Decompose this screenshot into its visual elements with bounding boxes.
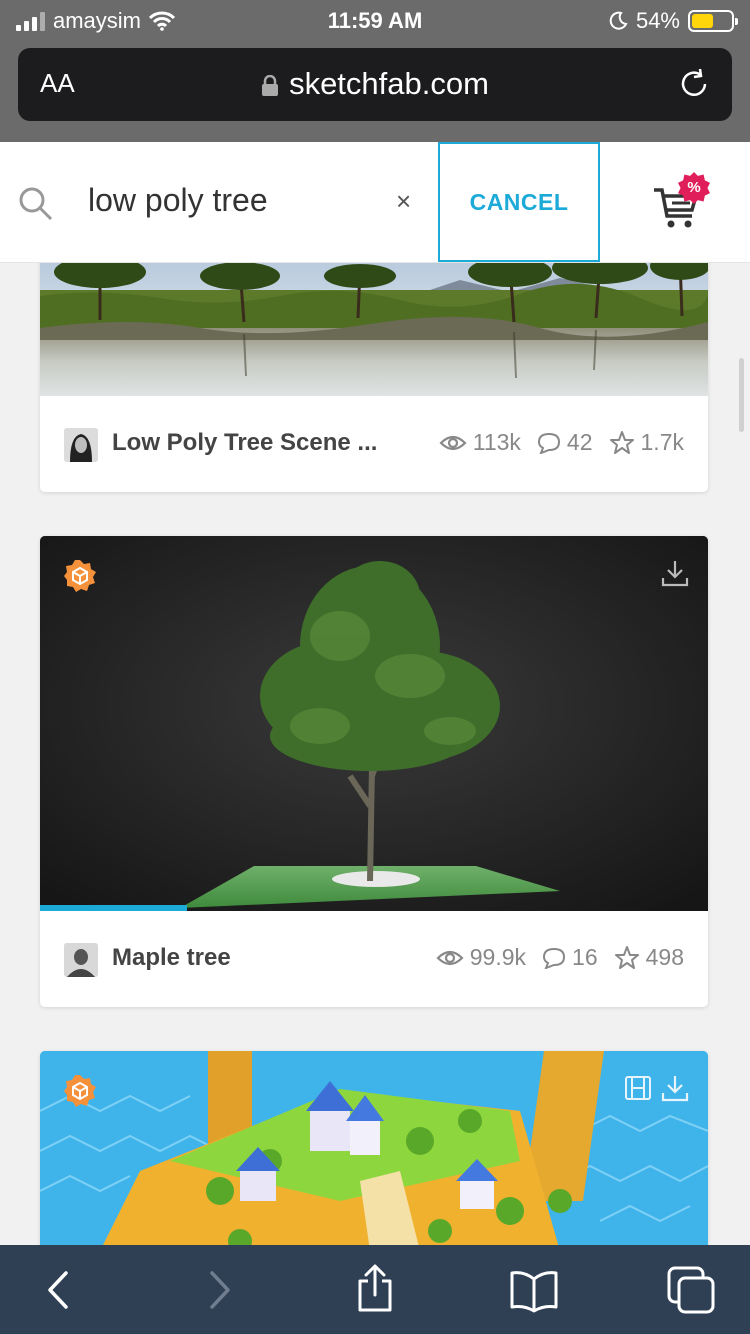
back-icon[interactable] (44, 1269, 74, 1311)
likes-count: 498 (645, 944, 684, 970)
card-meta: Low Poly Tree Scene ... 113k 42 1.7k (40, 396, 708, 492)
download-icon[interactable] (660, 558, 690, 588)
share-icon[interactable] (354, 1263, 396, 1313)
low-poly-island-image (40, 1051, 708, 1251)
avatar[interactable] (64, 428, 98, 462)
cart-button[interactable]: % (652, 172, 712, 230)
likes-stat[interactable]: 1.7k (609, 429, 684, 456)
user-avatar-image (64, 428, 98, 462)
views-count: 99.9k (469, 944, 527, 970)
search-header: low poly tree × CANCEL % (0, 142, 750, 263)
battery-percent: 54% (635, 8, 680, 33)
views-stat: 99.9k (436, 944, 526, 971)
model-stats: 99.9k 16 498 (420, 944, 684, 971)
comments-count: 42 (566, 429, 593, 455)
address-bar[interactable]: AA sketchfab.com (18, 48, 732, 121)
comment-icon (543, 947, 566, 969)
forward-icon[interactable] (204, 1269, 234, 1311)
eye-icon (439, 435, 467, 450)
model-card[interactable] (40, 1051, 708, 1251)
tabs-icon[interactable] (666, 1265, 716, 1315)
cancel-button[interactable]: CANCEL (438, 142, 600, 262)
card-meta: Maple tree 99.9k 16 498 (40, 911, 708, 1007)
clear-search-button[interactable]: × (396, 186, 411, 217)
likes-count: 1.7k (640, 429, 684, 455)
star-icon[interactable] (614, 945, 640, 971)
search-icon[interactable] (18, 186, 54, 222)
maple-tree-image (40, 536, 708, 911)
comments-count: 16 (572, 944, 598, 970)
browser-toolbar (0, 1245, 750, 1334)
download-icon[interactable] (660, 1073, 690, 1103)
likes-stat[interactable]: 498 (614, 944, 684, 971)
views-stat: 113k (439, 429, 521, 456)
model-stats: 113k 42 1.7k (423, 429, 684, 456)
browser-chrome: amaysim 11:59 AM 54% AA sketchfab.com (0, 0, 750, 142)
model-title[interactable]: Maple tree (112, 944, 231, 972)
search-input[interactable]: low poly tree (88, 182, 268, 219)
reload-icon[interactable] (676, 66, 712, 102)
comment-icon (537, 432, 560, 454)
scroll-indicator (739, 358, 744, 432)
url-text[interactable]: sketchfab.com (289, 66, 489, 101)
star-icon[interactable] (609, 430, 635, 456)
model-title[interactable]: Low Poly Tree Scene ... (112, 429, 377, 457)
user-avatar-image (64, 943, 98, 977)
bookmarks-icon[interactable] (508, 1269, 560, 1313)
film-icon (625, 1076, 651, 1100)
status-bar: amaysim 11:59 AM 54% (0, 0, 750, 42)
views-count: 113k (472, 429, 521, 455)
lock-icon (262, 74, 279, 96)
comments-stat: 16 (542, 944, 598, 971)
model-thumbnail[interactable] (40, 1051, 708, 1251)
downloadable-badge-icon (64, 560, 96, 592)
comments-stat: 42 (537, 429, 593, 456)
moon-icon (609, 11, 628, 30)
avatar[interactable] (64, 943, 98, 977)
model-thumbnail[interactable] (40, 536, 708, 911)
downloadable-badge-icon (64, 1075, 96, 1107)
battery-icon (688, 10, 738, 32)
model-card[interactable]: Maple tree 99.9k 16 498 (40, 536, 708, 1007)
eye-icon (436, 950, 464, 965)
